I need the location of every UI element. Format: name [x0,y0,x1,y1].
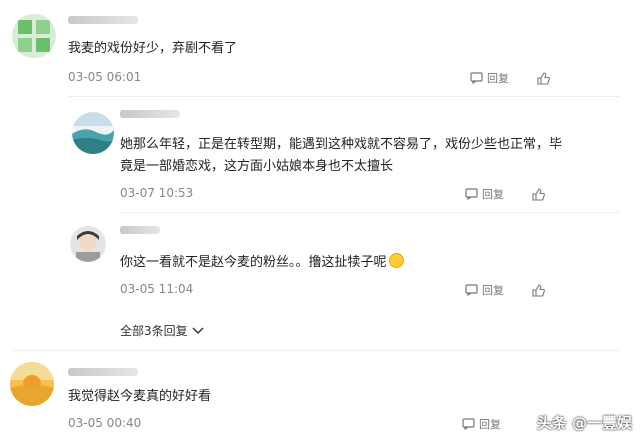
reply-icon [465,284,478,296]
avatar[interactable] [12,14,56,58]
comment-actions: 回复 [465,282,545,298]
all-replies-label: 全部3条回复 [120,324,188,338]
watermark: 头条 @一豐娱 [536,414,632,432]
reply-button[interactable]: 回复 [470,70,509,86]
reply-label: 回复 [482,188,504,201]
like-button[interactable] [532,187,545,201]
avatar[interactable] [10,362,54,406]
reply-icon [462,418,475,430]
username[interactable] [120,226,160,234]
chevron-down-icon [192,326,204,334]
reply-button[interactable]: 回复 [462,416,501,432]
thumbs-up-icon [532,283,545,297]
comment-time: 03-05 11:04 [120,282,194,296]
comment-time: 03-05 00:40 [68,416,142,430]
reply-button[interactable]: 回复 [465,282,504,298]
comment-text: 你这一看就不是赵今麦的粉丝。。撸这扯犊子呢 [120,252,404,274]
like-button[interactable] [537,71,550,85]
avatar[interactable] [72,112,114,154]
thumbs-up-icon [537,71,550,85]
username[interactable] [68,16,138,24]
all-replies-toggle[interactable]: 全部3条回复 [120,322,204,339]
divider [120,212,620,213]
comment-time: 03-07 10:53 [120,186,194,200]
like-button[interactable] [532,283,545,297]
divider [68,96,620,97]
smile-emoji-icon [388,253,404,268]
comment-time: 03-05 06:01 [68,70,142,84]
username[interactable] [68,368,138,376]
comment-text: 我麦的戏份好少，弃剧不看了 [68,41,238,56]
comment-actions: 回复 [462,416,501,432]
thumbs-up-icon [532,187,545,201]
comment-text-line2: 竟是一部婚恋戏，这方面小姑娘本身也不太擅长 [120,159,394,174]
comment-text-body: 你这一看就不是赵今麦的粉丝。。撸这扯犊子呢 [120,255,387,270]
comment-actions: 回复 [470,70,550,86]
reply-label: 回复 [487,72,509,85]
comment-actions: 回复 [465,186,545,202]
divider [12,350,620,351]
comment-text: 我觉得赵今麦真的好好看 [68,389,212,404]
reply-label: 回复 [479,418,501,431]
comment-text-line1: 她那么年轻，正是在转型期，能遇到这种戏就不容易了，戏份少些也正常，毕 [120,137,563,152]
reply-icon [470,72,483,84]
avatar[interactable] [70,226,106,262]
reply-label: 回复 [482,284,504,297]
reply-icon [465,188,478,200]
reply-button[interactable]: 回复 [465,186,504,202]
username[interactable] [120,110,180,118]
